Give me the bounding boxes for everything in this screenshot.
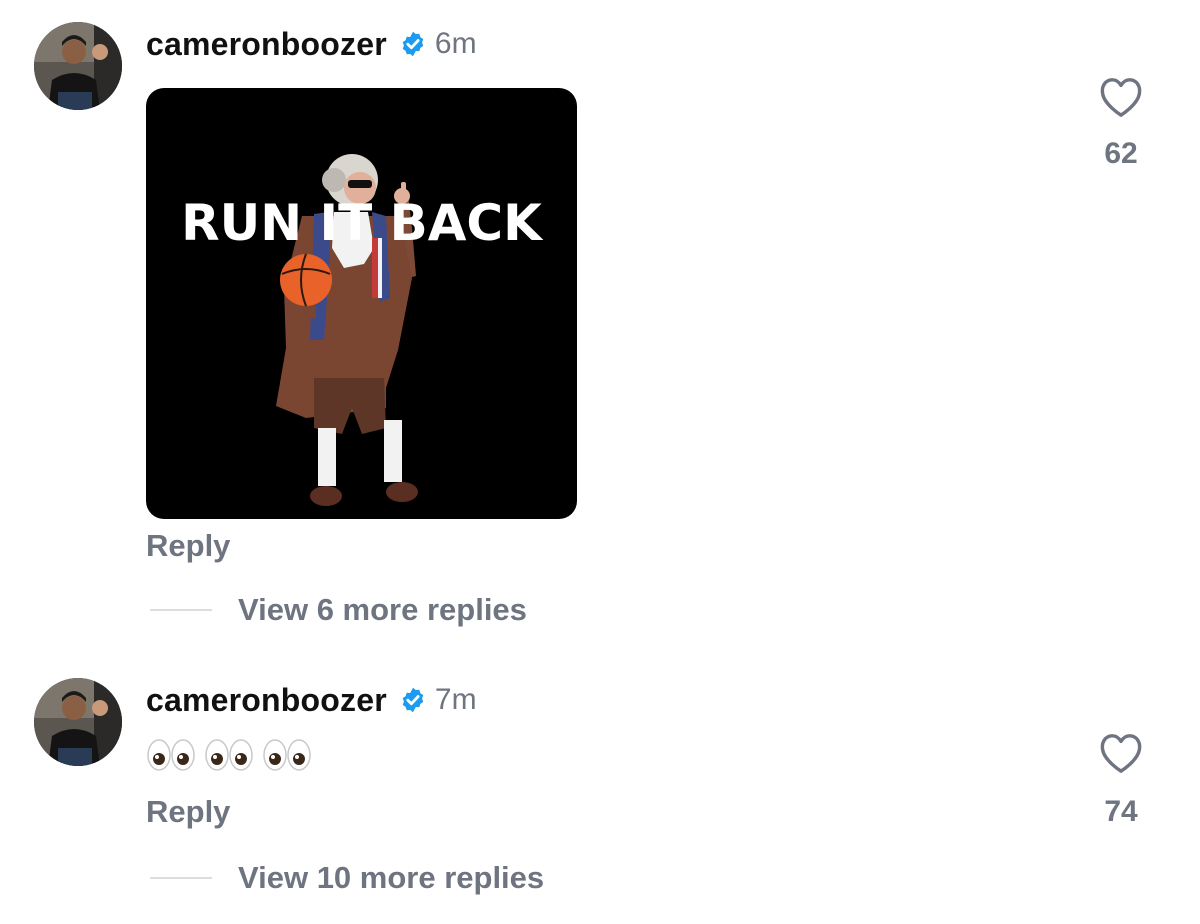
view-more-replies[interactable]: View 10 more replies xyxy=(150,860,544,896)
like-count: 74 xyxy=(1104,795,1138,828)
eyes-icon xyxy=(146,737,196,778)
avatar-image xyxy=(34,678,122,766)
comment-header: cameronboozer 7m xyxy=(146,680,477,720)
eyes-icon xyxy=(262,737,312,778)
verified-badge-icon xyxy=(399,686,427,714)
avatar[interactable] xyxy=(34,678,122,766)
thread-line xyxy=(150,877,212,879)
reply-button[interactable]: Reply xyxy=(146,794,230,830)
gif-caption: RUN IT BACK xyxy=(181,194,542,252)
username[interactable]: cameronboozer xyxy=(146,682,387,719)
eyes-icon xyxy=(204,737,254,778)
heart-outline-icon[interactable] xyxy=(1096,732,1146,779)
view-more-replies-label: View 10 more replies xyxy=(238,860,545,895)
like-section: 74 xyxy=(1096,732,1146,829)
comment-2: cameronboozer 7m Reply View 10 more repl… xyxy=(0,0,1200,924)
timestamp: 7m xyxy=(434,683,477,716)
comment-text xyxy=(146,737,312,778)
